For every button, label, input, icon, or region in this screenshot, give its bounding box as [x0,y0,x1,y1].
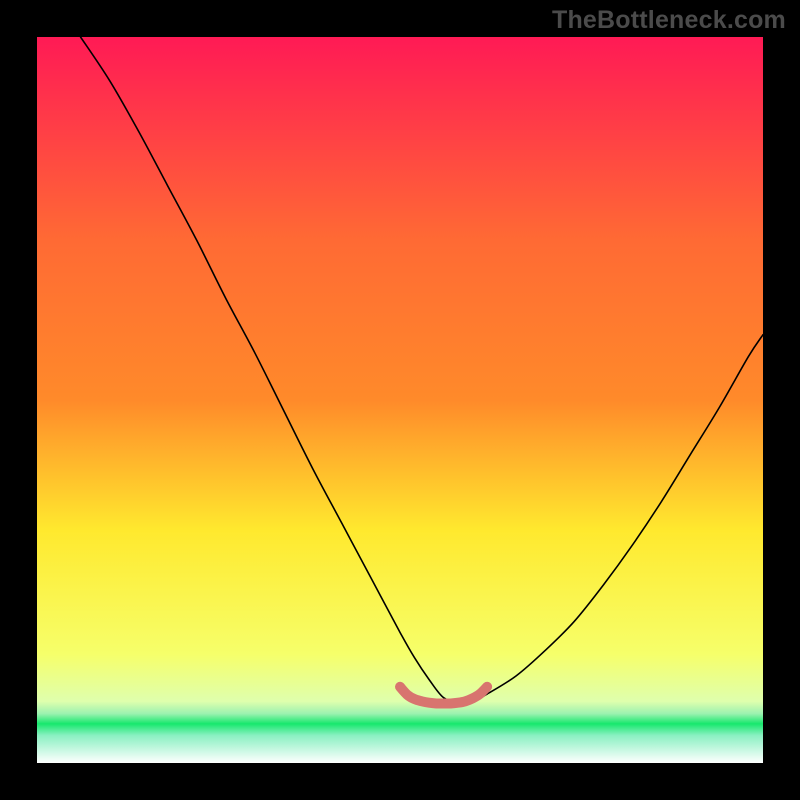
chart-frame: TheBottleneck.com [0,0,800,800]
watermark-text: TheBottleneck.com [552,6,786,35]
plot-area [37,37,763,763]
chart-svg [37,37,763,763]
